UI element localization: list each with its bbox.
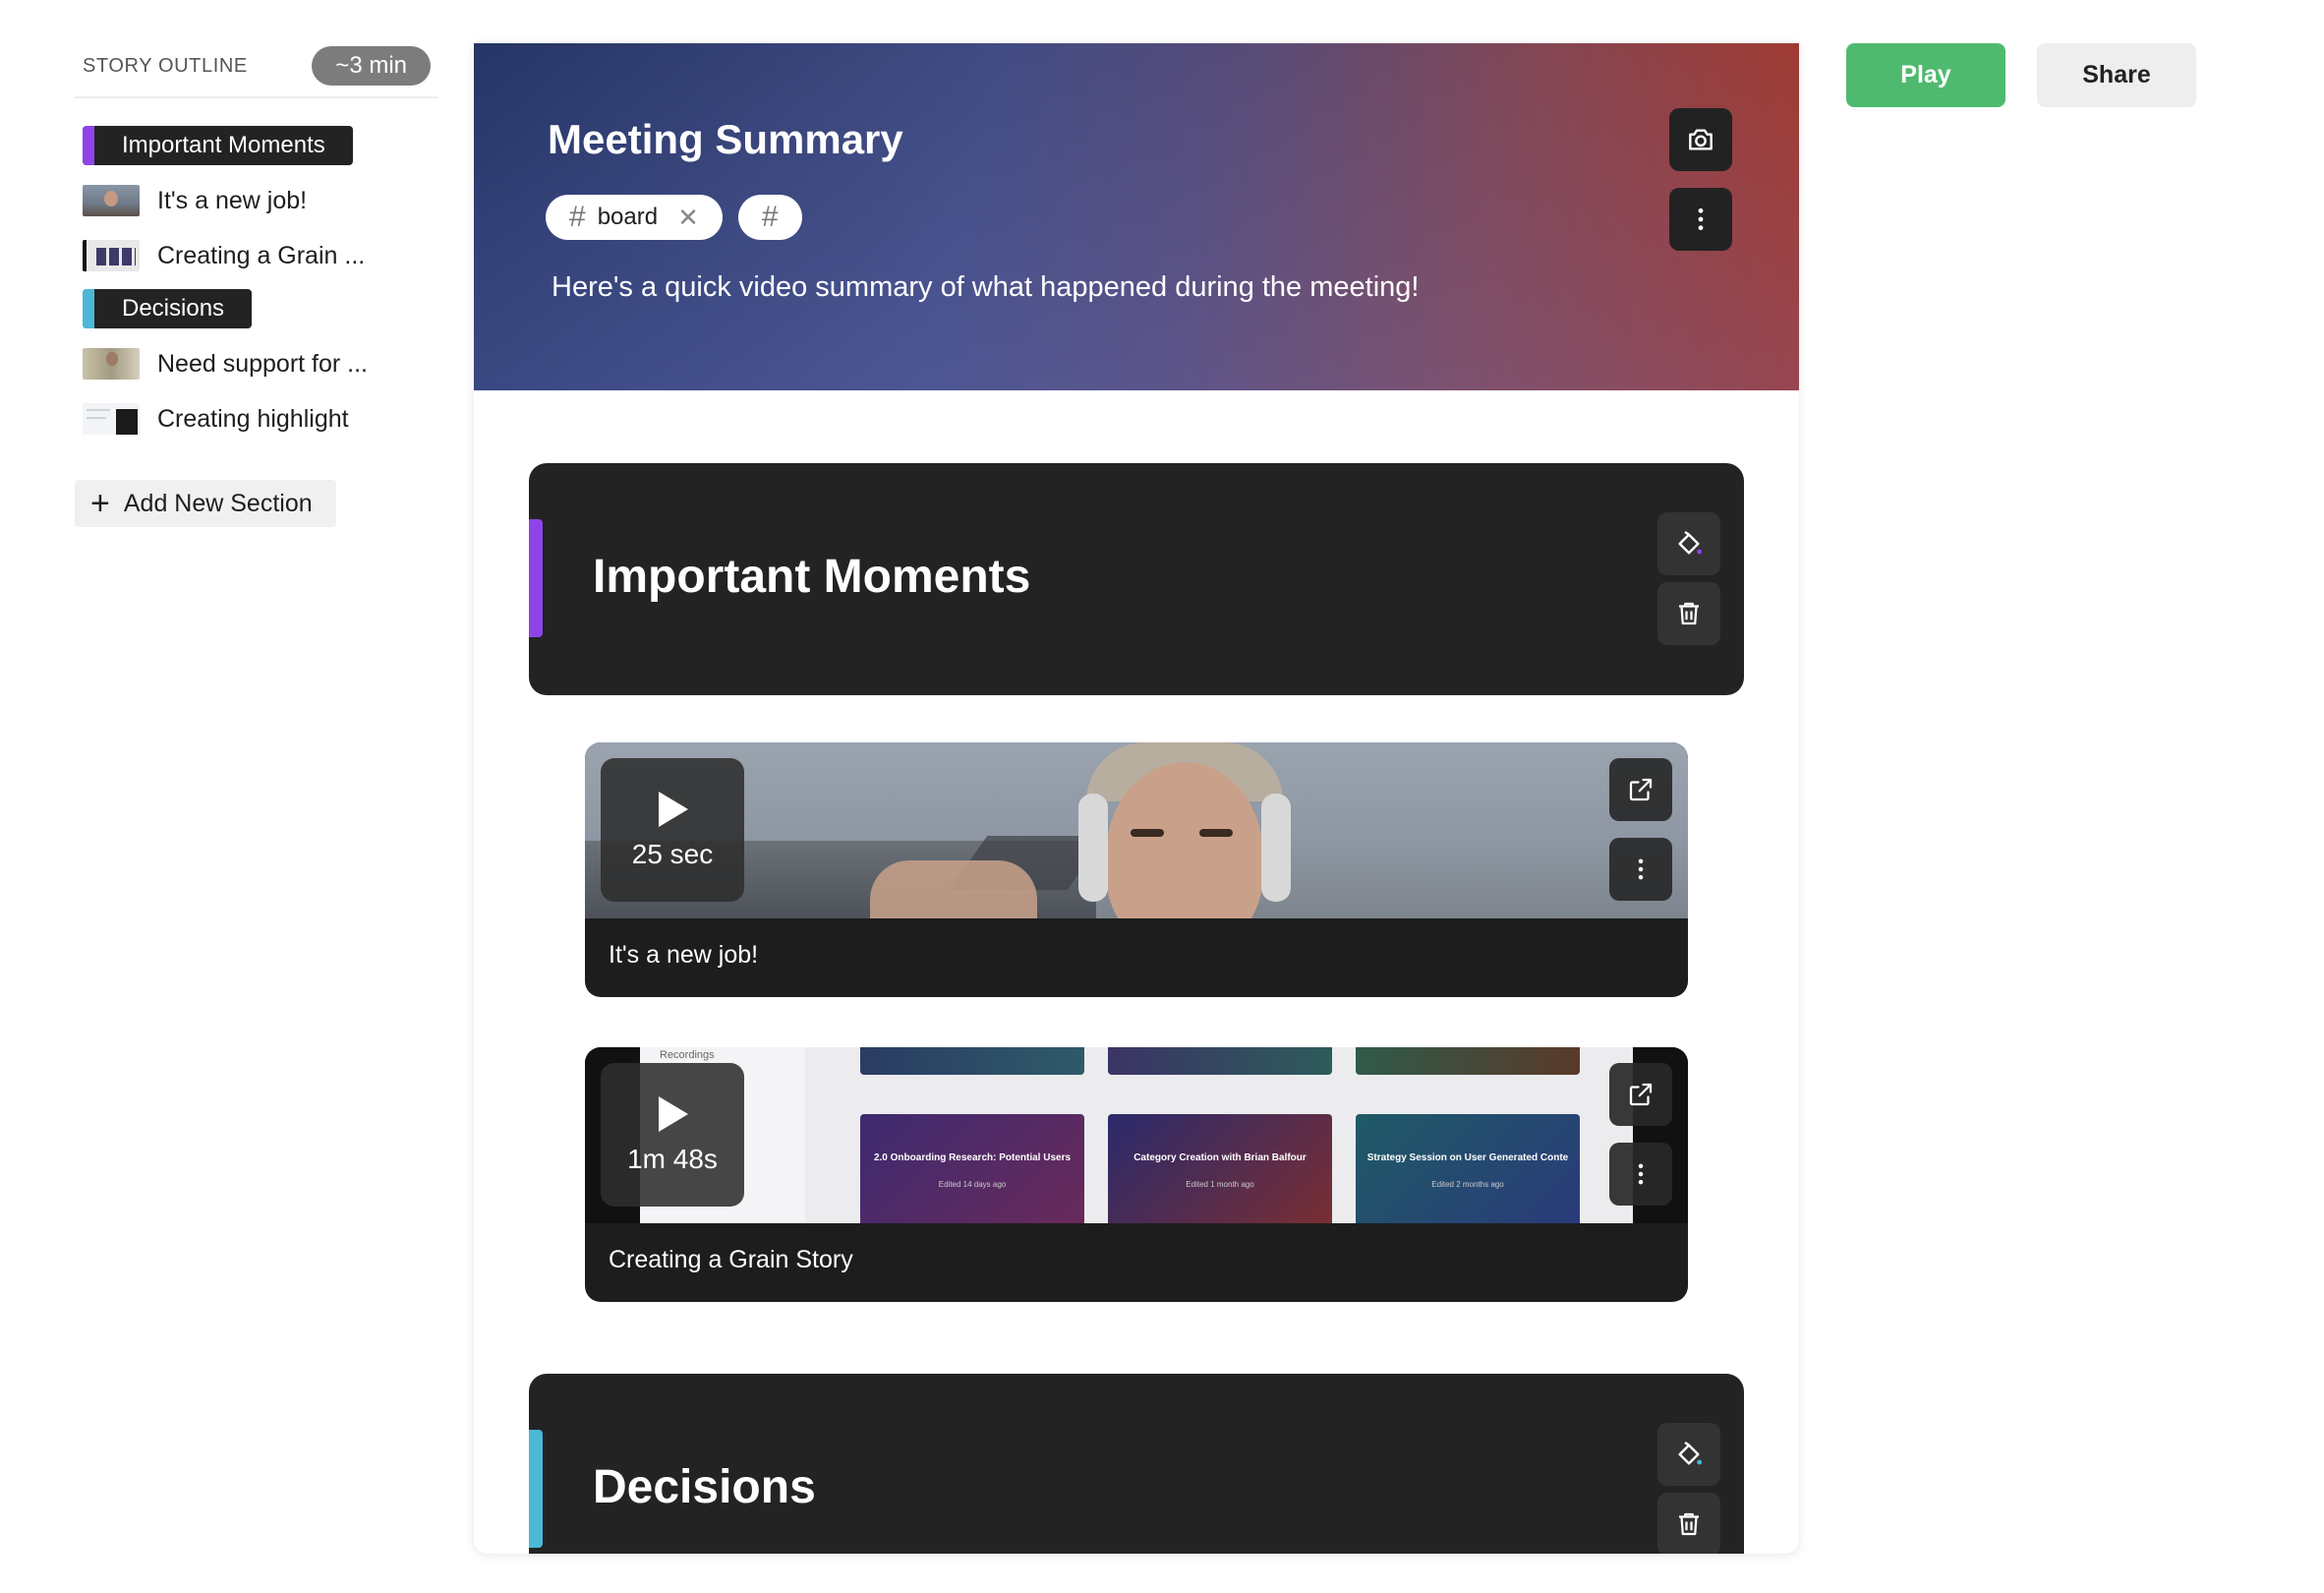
- section-decisions: Decisions: [529, 1374, 1744, 1554]
- sidebar-header: STORY OUTLINE ~3 min: [75, 43, 438, 98]
- share-button[interactable]: Share: [2037, 43, 2196, 107]
- outline-clip-label: Need support for ...: [157, 349, 369, 378]
- recording-title: Category Creation with Brian Balfour: [1133, 1152, 1307, 1163]
- story-header: Meeting Summary # board ✕ # Here's a qui…: [474, 43, 1799, 390]
- section-accent-bar: [529, 519, 543, 637]
- outline-clip-grain-story[interactable]: Creating a Grain ...: [75, 228, 438, 283]
- more-vertical-icon: [1638, 1163, 1644, 1185]
- plus-icon: +: [90, 485, 110, 522]
- clip-open-button[interactable]: [1609, 1063, 1672, 1126]
- clip-duration: 25 sec: [631, 839, 714, 869]
- outline-list: Important Moments It's a new job! Creati…: [75, 120, 438, 446]
- clip-card-new-job: 25 sec It's a new job!: [585, 742, 1688, 997]
- clip-thumbnail: [83, 240, 140, 271]
- outline-section-label: Important Moments: [122, 132, 325, 158]
- clip-more-button[interactable]: [1609, 1143, 1672, 1206]
- recordings-header: Recordings: [660, 1049, 715, 1061]
- section-delete-button[interactable]: [1657, 1493, 1720, 1554]
- story-editor: Meeting Summary # board ✕ # Here's a qui…: [474, 43, 1799, 1554]
- story-description[interactable]: Here's a quick video summary of what hap…: [552, 271, 1419, 304]
- clip-play-button[interactable]: 25 sec: [601, 758, 744, 902]
- outline-section-decisions[interactable]: Decisions: [83, 289, 253, 328]
- add-new-section-button[interactable]: + Add New Section: [75, 480, 336, 527]
- recording-meta: Edited 14 days ago: [938, 1180, 1007, 1189]
- play-icon: [659, 792, 688, 827]
- clip-video-frame: Recordings 2.0 Onboarding Research: Pote…: [585, 1047, 1688, 1223]
- section-accent-bar: [529, 1430, 543, 1548]
- recording-title: 2.0 Onboarding Research: Potential Users: [873, 1152, 1072, 1163]
- clip-card-grain-story: Recordings 2.0 Onboarding Research: Pote…: [585, 1047, 1688, 1302]
- recording-card: Strategy Session on User Generated Conte…: [1356, 1114, 1580, 1223]
- recording-meta: Edited 1 month ago: [1186, 1180, 1254, 1189]
- more-vertical-icon: [1638, 858, 1644, 880]
- recording-card: Category Creation with Brian Balfour Edi…: [1108, 1114, 1332, 1223]
- tag-list: # board ✕ #: [546, 195, 802, 240]
- outline-section-label: Decisions: [122, 295, 225, 322]
- outline-clip-creating-highlight[interactable]: Creating highlight: [75, 391, 438, 446]
- clip-duration: 1m 48s: [627, 1144, 718, 1174]
- trash-icon: [1679, 602, 1699, 625]
- clip-thumbnail: [83, 185, 140, 216]
- story-outline-sidebar: STORY OUTLINE ~3 min Important Moments I…: [75, 43, 438, 527]
- recording-title: Strategy Session on User Generated Conte: [1366, 1152, 1569, 1163]
- play-button[interactable]: Play: [1846, 43, 2005, 107]
- hash-icon: #: [761, 201, 779, 233]
- tag-board[interactable]: # board ✕: [546, 195, 723, 240]
- clip-play-button[interactable]: 1m 48s: [601, 1063, 744, 1207]
- more-vertical-icon: [1698, 207, 1704, 231]
- recording-meta: Edited 2 months ago: [1431, 1180, 1504, 1189]
- clip-open-button[interactable]: [1609, 758, 1672, 821]
- outline-section-important-moments[interactable]: Important Moments: [83, 126, 353, 165]
- section-title[interactable]: Decisions: [593, 1460, 816, 1514]
- outline-clip-label: Creating a Grain ...: [157, 241, 366, 269]
- story-more-button[interactable]: [1669, 188, 1732, 251]
- close-icon[interactable]: ✕: [677, 203, 699, 233]
- play-icon: [659, 1096, 688, 1132]
- external-link-icon: [1629, 778, 1653, 801]
- section-delete-button[interactable]: [1657, 582, 1720, 645]
- section-color-bar: [83, 289, 94, 328]
- add-new-section-label: Add New Section: [123, 489, 313, 517]
- outline-clip-label: Creating highlight: [157, 404, 349, 433]
- section-color-bar: [83, 126, 94, 165]
- clip-title[interactable]: Creating a Grain Story: [609, 1246, 853, 1274]
- recording-card: 2.0 Onboarding Research: Potential Users…: [860, 1114, 1084, 1223]
- section-important-moments: Important Moments: [529, 463, 1744, 695]
- clip-title[interactable]: It's a new job!: [609, 941, 758, 970]
- section-title[interactable]: Important Moments: [593, 550, 1030, 604]
- outline-clip-need-support[interactable]: Need support for ...: [75, 336, 438, 391]
- cover-image-button[interactable]: [1669, 108, 1732, 171]
- section-color-button[interactable]: [1657, 1423, 1720, 1486]
- clip-more-button[interactable]: [1609, 838, 1672, 901]
- sidebar-title: STORY OUTLINE: [83, 54, 248, 77]
- trash-icon: [1679, 1512, 1699, 1536]
- outline-clip-new-job[interactable]: It's a new job!: [75, 173, 438, 228]
- story-title[interactable]: Meeting Summary: [548, 116, 903, 163]
- duration-badge: ~3 min: [312, 46, 431, 86]
- paint-bucket-icon: [1678, 531, 1703, 555]
- tag-label: board: [597, 204, 659, 230]
- add-tag-button[interactable]: #: [737, 195, 802, 240]
- hash-icon: #: [569, 201, 586, 233]
- outline-clip-label: It's a new job!: [157, 186, 308, 214]
- clip-thumbnail: [83, 348, 140, 380]
- clip-video-frame: [585, 742, 1688, 918]
- paint-bucket-icon: [1678, 1442, 1703, 1465]
- camera-icon: [1689, 129, 1713, 150]
- external-link-icon: [1629, 1083, 1653, 1106]
- section-color-button[interactable]: [1657, 512, 1720, 575]
- clip-thumbnail: [83, 403, 140, 435]
